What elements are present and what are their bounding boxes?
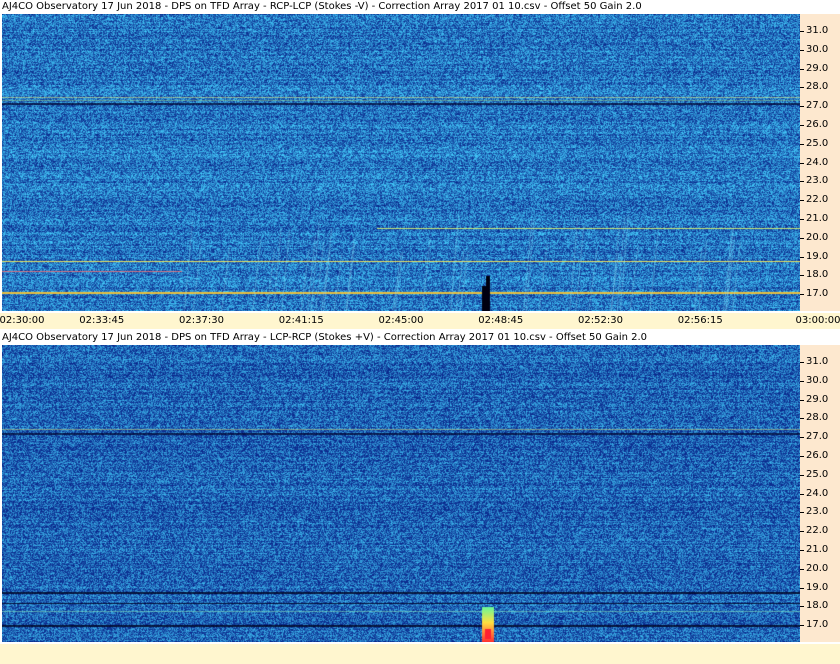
time-tick: 03:00:00	[795, 315, 840, 326]
frequency-1-tick: 26.0	[799, 119, 829, 130]
frequency-1-tick: 25.0	[799, 137, 829, 149]
time-tick: 02:48:45	[478, 315, 524, 326]
time-tick: 02:45:00	[378, 315, 424, 326]
frequency-1-tick: 31.0	[799, 25, 829, 36]
frequency-1-tick: 27.0	[799, 100, 829, 112]
time-tick: 02:52:30	[578, 315, 623, 326]
time-tick: 02:41:15	[278, 315, 324, 326]
frequency-1-tick: 30.0	[799, 43, 829, 55]
frequency-2-tick: 30.0	[799, 374, 829, 386]
panel-2-title: AJ4CO Observatory 17 Jun 2018 - DPS on T…	[0, 331, 840, 345]
frequency-1-tick: 21.0	[799, 213, 829, 224]
frequency-2-tick: 27.0	[799, 431, 829, 443]
frequency-1-tick: 29.0	[799, 62, 829, 74]
frequency-2-tick: 29.0	[799, 393, 829, 405]
frequency-2-tick: 28.0	[799, 412, 829, 424]
frequency-2-tick: 21.0	[799, 544, 829, 555]
frequency-1-tick: 28.0	[799, 81, 829, 93]
frequency-1-tick: 20.0	[799, 231, 829, 243]
frequency-2-tick: 26.0	[799, 450, 829, 461]
frequency-2-tick: 19.0	[799, 581, 829, 593]
frequency-2-tick: 31.0	[799, 356, 829, 367]
frequency-1-tick: 22.0	[799, 194, 829, 206]
time-tick: 02:37:30	[179, 315, 224, 326]
frequency-axis-2: 31.0 30.0 29.0 28.0 27.0 26.0 25.0 24.0 23.0 22.0…	[799, 345, 840, 642]
frequency-2-tick: 20.0	[799, 562, 829, 574]
panel-1-title: AJ4CO Observatory 17 Jun 2018 - DPS on T…	[0, 0, 840, 14]
frequency-1-tick: 23.0	[799, 175, 829, 187]
frequency-2-tick: 17.0	[799, 619, 829, 631]
frequency-2-tick: 18.0	[799, 600, 829, 612]
time-axis: 02:30:00 02:33:45 02:37:30 02:41:15 02:45:00…	[0, 313, 840, 329]
time-tick: 02:33:45	[79, 315, 125, 326]
frequency-2-tick: 25.0	[799, 468, 829, 480]
spectrogram-rcp-lcp[interactable]	[2, 14, 800, 311]
bottom-axis-strip	[0, 644, 840, 664]
frequency-2-tick: 23.0	[799, 506, 829, 518]
frequency-1-tick: 24.0	[799, 156, 829, 168]
frequency-1-tick: 19.0	[799, 250, 829, 262]
time-tick: 02:30:00	[0, 315, 45, 326]
frequency-2-tick: 22.0	[799, 525, 829, 537]
frequency-axis-1: 31.0 30.0 29.0 28.0 27.0 26.0 25.0 24.0 23.0 22.0…	[799, 14, 840, 311]
spectrogram-lcp-rcp[interactable]	[2, 345, 800, 642]
frequency-2-tick: 24.0	[799, 487, 829, 499]
time-tick: 02:56:15	[677, 315, 723, 326]
frequency-1-tick: 17.0	[799, 288, 829, 300]
frequency-1-tick: 18.0	[799, 269, 829, 281]
